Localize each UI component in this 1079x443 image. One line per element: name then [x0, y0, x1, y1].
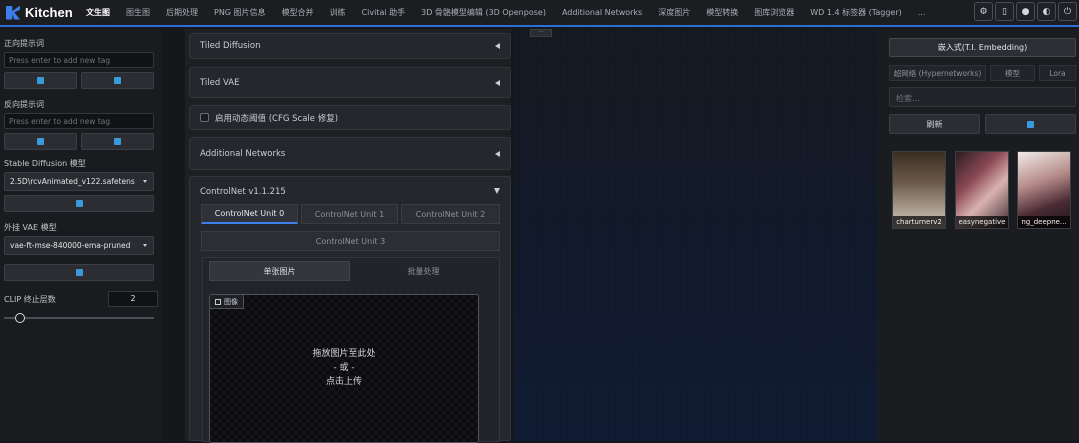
- tiled-diffusion-title: Tiled Diffusion: [200, 41, 261, 51]
- tab-controlnet-unit-1[interactable]: ControlNet Unit 1: [301, 204, 398, 224]
- tab-single-image[interactable]: 单张图片: [209, 261, 350, 281]
- positive-prompt-button-1[interactable]: [4, 72, 77, 89]
- controlnet-panel: ControlNet v1.1.215 ControlNet Unit 0 Co…: [189, 176, 511, 443]
- app-title: Kitchen: [25, 5, 73, 20]
- tab-batch[interactable]: 批量处理: [353, 261, 494, 281]
- embedding-card-label: ng_deepne...: [1018, 216, 1070, 228]
- clip-skip-label: CLIP 终止层数: [4, 294, 56, 304]
- tab-checkpoints[interactable]: 模型: [990, 65, 1035, 81]
- arrow-right-icon: [114, 138, 121, 145]
- embedding-card-label: charturnerv2: [893, 216, 945, 228]
- expand-arrow-icon[interactable]: [494, 188, 500, 194]
- slider-thumb[interactable]: [15, 313, 26, 323]
- tab-model-converter[interactable]: 模型转换: [698, 0, 746, 25]
- arrow-right-icon: [114, 77, 121, 84]
- slider-track: [4, 317, 154, 319]
- positive-prompt-label: 正向提示词: [4, 39, 44, 48]
- image-upload-dropzone[interactable]: 图像 拖放图片至此处 - 或 - 点击上传: [209, 294, 479, 443]
- dynamic-cfg-row[interactable]: 启用动态阈值 (CFG Scale 修复): [189, 105, 511, 130]
- tab-3d-openpose[interactable]: 3D 骨骼模型编辑 (3D Openpose): [413, 0, 554, 25]
- tiled-vae-title: Tiled VAE: [200, 77, 240, 88]
- tab-controlnet-unit-2[interactable]: ControlNet Unit 2: [401, 204, 500, 224]
- tab-controlnet-unit-0[interactable]: ControlNet Unit 0: [201, 204, 298, 224]
- refresh-icon: [75, 269, 83, 276]
- collapse-arrow-icon: [495, 43, 500, 49]
- checkpoint-label: Stable Diffusion 模型: [4, 159, 86, 168]
- panel-resize-handle[interactable]: ···: [530, 29, 552, 37]
- blue-square-icon: [37, 138, 44, 145]
- extra-networks-panel: 嵌入式(T.I. Embedding) 超网络 (Hypernetworks) …: [878, 29, 1079, 441]
- tab-textual-inversion[interactable]: 嵌入式(T.I. Embedding): [889, 38, 1076, 57]
- controlnet-image-panel: 单张图片 批量处理 图像 拖放图片至此处 - 或 - 点击上传: [202, 257, 500, 443]
- image-icon: [215, 298, 221, 305]
- tab-additional-networks[interactable]: Additional Networks: [554, 0, 650, 25]
- checkpoint-select[interactable]: 2.5D\rcvAnimated_v122.safetens: [4, 172, 154, 191]
- refresh-icon: [75, 200, 83, 207]
- tab-more[interactable]: ...: [910, 0, 934, 25]
- clip-skip-slider[interactable]: [4, 313, 154, 323]
- drop-line-2: - 或 -: [333, 363, 355, 373]
- drop-line-1: 拖放图片至此处: [312, 349, 376, 359]
- tab-hypernetworks[interactable]: 超网络 (Hypernetworks): [889, 65, 986, 81]
- embedding-card[interactable]: charturnerv2: [892, 151, 946, 229]
- negative-prompt-button-1[interactable]: [4, 133, 77, 150]
- top-navbar: Kitchen 文生图 图生图 后期处理 PNG 图片信息 模型合并 训练 Ci…: [0, 0, 1079, 27]
- negative-prompt-button-2[interactable]: [81, 133, 154, 150]
- refresh-checkpoint-button[interactable]: [4, 195, 154, 212]
- close-panel-button[interactable]: [985, 114, 1076, 134]
- kitchen-logo-icon: [6, 5, 20, 20]
- tab-civitai-helper[interactable]: Civitai 助手: [354, 0, 414, 25]
- blue-square-icon: [37, 77, 44, 84]
- theme-icon[interactable]: ◐: [1037, 2, 1056, 21]
- tab-checkpoint-merger[interactable]: 模型合并: [274, 0, 322, 25]
- controlnet-title[interactable]: ControlNet v1.1.215: [200, 187, 286, 197]
- main-tabs: 文生图 图生图 后期处理 PNG 图片信息 模型合并 训练 Civitai 助手…: [78, 0, 933, 25]
- blue-square-icon: [1027, 120, 1034, 128]
- refresh-vae-button[interactable]: [4, 264, 154, 281]
- vae-label: 外挂 VAE 模型: [4, 223, 57, 232]
- collapse-arrow-icon: [495, 79, 500, 86]
- additional-networks-accordion[interactable]: Additional Networks: [189, 137, 511, 170]
- dynamic-cfg-checkbox[interactable]: [200, 113, 209, 122]
- tab-lora[interactable]: Lora: [1039, 65, 1076, 81]
- tab-png-info[interactable]: PNG 图片信息: [206, 0, 274, 25]
- prompt-sidebar: 正向提示词 Press enter to add new tag 反向提示词 P…: [0, 29, 162, 441]
- output-gallery: [514, 29, 878, 441]
- clip-skip-number-input[interactable]: 2: [108, 291, 158, 307]
- tab-txt2img[interactable]: 文生图: [78, 0, 118, 25]
- extensions-column: Tiled Diffusion Tiled VAE 启用动态阈值 (CFG Sc…: [185, 29, 511, 443]
- embedding-card[interactable]: easynegative: [955, 151, 1009, 229]
- image-badge-label: 图像: [224, 297, 238, 306]
- negative-prompt-input[interactable]: Press enter to add new tag: [4, 113, 154, 129]
- tab-extras[interactable]: 后期处理: [158, 0, 206, 25]
- tab-wd14-tagger[interactable]: WD 1.4 标签器 (Tagger): [802, 0, 910, 25]
- negative-prompt-label: 反向提示词: [4, 100, 44, 109]
- mobile-icon[interactable]: ▯: [995, 2, 1014, 21]
- settings-icon[interactable]: ⚙: [974, 2, 993, 21]
- image-badge: 图像: [210, 295, 244, 309]
- power-icon[interactable]: ⏻: [1058, 2, 1077, 21]
- embedding-card[interactable]: ng_deepne...: [1017, 151, 1071, 229]
- vae-select[interactable]: vae-ft-mse-840000-ema-pruned: [4, 236, 154, 255]
- positive-prompt-button-2[interactable]: [81, 72, 154, 89]
- dropzone-text: 拖放图片至此处 - 或 - 点击上传: [210, 347, 478, 389]
- github-icon[interactable]: ●: [1016, 2, 1035, 21]
- drop-line-3: 点击上传: [325, 377, 362, 387]
- additional-networks-title: Additional Networks: [200, 148, 286, 159]
- top-icon-group: ⚙ ▯ ● ◐ ⏻: [974, 2, 1077, 21]
- refresh-button[interactable]: 刷新: [889, 114, 980, 134]
- tab-image-browser[interactable]: 图库浏览器: [746, 0, 802, 25]
- tiled-diffusion-accordion[interactable]: Tiled Diffusion: [189, 33, 511, 59]
- collapse-arrow-icon: [495, 150, 500, 157]
- tab-controlnet-unit-3[interactable]: ControlNet Unit 3: [201, 231, 500, 251]
- tab-train[interactable]: 训练: [322, 0, 354, 25]
- brand: Kitchen: [0, 5, 78, 20]
- tiled-vae-accordion[interactable]: Tiled VAE: [189, 67, 511, 98]
- embedding-card-label: easynegative: [956, 216, 1008, 228]
- positive-prompt-input[interactable]: Press enter to add new tag: [4, 52, 154, 68]
- tab-img2img[interactable]: 图生图: [118, 0, 158, 25]
- extra-networks-search-input[interactable]: 检索...: [889, 87, 1076, 107]
- tab-depth[interactable]: 深度图片: [650, 0, 698, 25]
- dynamic-cfg-label: 启用动态阈值 (CFG Scale 修复): [215, 113, 339, 124]
